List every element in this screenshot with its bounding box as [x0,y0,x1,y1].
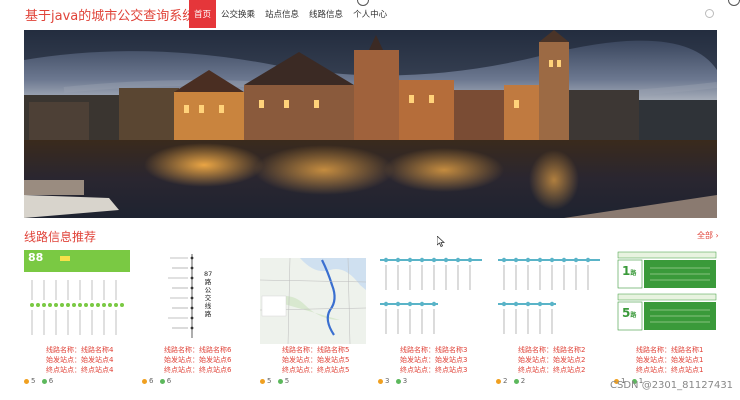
route-info: 线路名称：线路名称5 始发站点：始发站点5 终点站点：终点站点5 [282,345,372,375]
start-station: 始发站点：始发站点1 [636,356,704,364]
like-icon [260,378,265,384]
mouse-cursor-icon [437,236,445,247]
nav-home[interactable]: 首页 [189,0,217,28]
nav-stations[interactable]: 站点信息 [260,0,304,28]
card-stats: 6 6 [142,377,171,385]
route-info: 线路名称：线路名称3 始发站点：始发站点3 终点站点：终点站点3 [400,345,490,375]
favorite-count: 6 [166,377,172,385]
route-card[interactable]: 线路名称：线路名称5 始发站点：始发站点5 终点站点：终点站点5 5 5 [260,250,366,390]
nav-routes[interactable]: 线路信息 [304,0,348,28]
like-icon [24,378,29,384]
card-stats: 5 5 [260,377,289,385]
route-name: 线路名称：线路名称6 [164,346,232,354]
site-title: 基于java的城市公交查询系统 [25,9,196,24]
route-name: 线路名称：线路名称4 [46,346,114,354]
route-thumbnail[interactable] [496,250,602,344]
route-number-1: 1路 [622,264,636,278]
route-name: 线路名称：线路名称1 [636,346,704,354]
start-station: 始发站点：始发站点6 [164,356,232,364]
favorite-icon [513,378,519,384]
main-nav: 首页 公交换乘 站点信息 线路信息 个人中心 [189,0,392,28]
route-label-char: 公 [204,286,212,294]
favorite-count: 5 [284,377,290,385]
user-icon[interactable] [705,9,714,18]
start-station: 始发站点：始发站点4 [46,356,114,364]
view-all-link[interactable]: 全部 › [697,230,719,241]
view-all-label: 全部 [697,231,713,240]
route-number-5: 5路 [622,306,636,320]
route-map-thumbnail[interactable] [260,250,366,344]
favorite-count: 6 [48,377,54,385]
favorite-icon [277,378,283,384]
route-info: 线路名称：线路名称6 始发站点：始发站点6 终点站点：终点站点6 [164,345,254,375]
route-info: 线路名称：线路名称4 始发站点：始发站点4 终点站点：终点站点4 [46,345,136,375]
nav-profile[interactable]: 个人中心 [348,0,392,28]
route-vertical-label: 87 路 公 交 线 路 [204,270,212,318]
like-count: 5 [267,377,272,385]
like-icon [142,378,147,384]
route-name: 线路名称：线路名称2 [518,346,586,354]
end-station: 终点站点：终点站点6 [164,366,232,374]
end-station: 终点站点：终点站点4 [46,366,114,374]
route-label-char: 路 [204,310,212,318]
route-label-char: 87 [204,270,213,278]
end-station: 终点站点：终点站点5 [282,366,350,374]
favorite-count: 3 [402,377,408,385]
route-card[interactable]: 87 路 公 交 线 路 线路名称：线路名称6 始发站点：始发站点6 终点站点：… [142,250,248,390]
card-stats: 2 2 [496,377,525,385]
favorite-icon [159,378,165,384]
nav-transfer[interactable]: 公交换乘 [216,0,260,28]
route-card[interactable]: 88 线路名称：线路名称4 始发站点：始发站点4 终点站点：终点站点4 5 6 [24,250,130,390]
route-card-list: 88 线路名称：线路名称4 始发站点：始发站点4 终点站点：终点站点4 5 6 [24,250,720,390]
like-count: 5 [31,377,36,385]
header: 基于java的城市公交查询系统 首页 公交换乘 站点信息 线路信息 个人中心 [0,0,740,28]
route-name: 线路名称：线路名称5 [282,346,350,354]
favorite-icon [41,378,47,384]
end-station: 终点站点：终点站点2 [518,366,586,374]
route-unit: 路 [630,270,637,277]
route-thumbnail[interactable]: 88 [24,250,130,344]
end-station: 终点站点：终点站点3 [400,366,468,374]
route-name: 线路名称：线路名称3 [400,346,468,354]
watermark: CSDN @2301_81127431 [610,380,734,391]
route-thumbnail[interactable] [378,250,484,344]
route-card[interactable]: 线路名称：线路名称3 始发站点：始发站点3 终点站点：终点站点3 3 3 [378,250,484,390]
start-station: 始发站点：始发站点3 [400,356,468,364]
like-count: 6 [149,377,154,385]
banner-image[interactable] [24,30,717,218]
like-icon [378,378,383,384]
card-stats: 3 3 [378,377,407,385]
section-title: 线路信息推荐 [24,230,97,244]
end-station: 终点站点：终点站点1 [636,366,704,374]
route-label-char: 线 [204,302,212,310]
route-card[interactable]: 线路名称：线路名称2 始发站点：始发站点2 终点站点：终点站点2 2 2 [496,250,602,390]
card-stats: 5 6 [24,377,53,385]
route-info: 线路名称：线路名称2 始发站点：始发站点2 终点站点：终点站点2 [518,345,608,375]
route-label-char: 路 [204,278,212,286]
like-icon [496,378,501,384]
favorite-icon [395,378,401,384]
route-thumbnail[interactable]: 1路 5路 [614,250,720,344]
route-info: 线路名称：线路名称1 始发站点：始发站点1 终点站点：终点站点1 [636,345,726,375]
chevron-right-icon: › [715,231,719,240]
start-station: 始发站点：始发站点5 [282,356,350,364]
route-unit: 路 [630,312,637,319]
route-thumbnail[interactable]: 87 路 公 交 线 路 [142,250,248,344]
route-card[interactable]: 1路 5路 线路名称：线路名称1 始发站点：始发站点1 终点站点：终点站点1 1… [614,250,720,390]
route-number: 88 [28,251,44,264]
favorite-count: 2 [520,377,526,385]
start-station: 始发站点：始发站点2 [518,356,586,364]
like-count: 2 [503,377,508,385]
like-count: 3 [385,377,390,385]
route-label-char: 交 [204,294,212,302]
